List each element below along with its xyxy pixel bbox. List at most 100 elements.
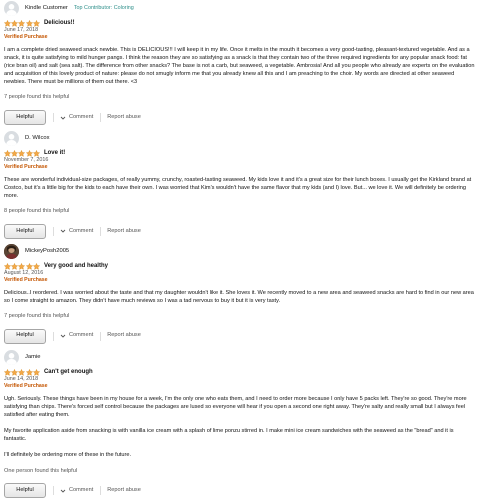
report-abuse-link[interactable]: Report abuse xyxy=(107,228,141,236)
review-title[interactable]: Can't get enough xyxy=(44,368,93,376)
review-header: Kindle Customer Top Contributor: Colorin… xyxy=(4,0,475,17)
review-body: These are wonderful individual-size pack… xyxy=(4,176,475,200)
helpful-count: 8 people found this helpful xyxy=(4,208,70,215)
helpful-count: 7 people found this helpful xyxy=(4,94,70,101)
star-rating[interactable] xyxy=(4,262,40,270)
review-paragraph: I am a complete dried seaweed snack newb… xyxy=(4,47,475,86)
star-icon xyxy=(4,262,11,270)
divider xyxy=(53,226,54,236)
star-icon xyxy=(11,149,19,157)
avatar[interactable] xyxy=(4,131,19,146)
review-date: August 12, 2016 xyxy=(4,270,44,276)
star-icon xyxy=(25,19,33,27)
verified-purchase-badge: Verified Purchase xyxy=(4,277,48,283)
review-title[interactable]: Very good and healthy xyxy=(44,262,108,270)
review-card: D. Wilcox Love it! November 7, 2016 Veri… xyxy=(4,130,475,239)
review-body: I am a complete dried seaweed snack newb… xyxy=(4,46,475,86)
divider xyxy=(53,113,54,123)
review-card: Kindle Customer Top Contributor: Colorin… xyxy=(4,0,475,126)
chevron-down-icon xyxy=(60,334,66,338)
verified-purchase-badge: Verified Purchase xyxy=(4,383,48,389)
helpful-count: 7 people found this helpful xyxy=(4,313,70,320)
review-header: Jamie xyxy=(4,349,475,366)
star-icon xyxy=(18,19,26,27)
review-actions: Helpful Comment Report abuse xyxy=(4,328,475,344)
review-paragraph: These are wonderful individual-size pack… xyxy=(4,177,472,200)
divider xyxy=(100,226,102,236)
star-icon xyxy=(18,262,26,270)
avatar[interactable] xyxy=(4,244,19,259)
star-icon xyxy=(4,368,11,376)
chevron-down-icon xyxy=(60,116,66,120)
divider xyxy=(100,113,102,123)
comment-label: Comment xyxy=(69,486,94,493)
star-rating[interactable] xyxy=(4,149,40,157)
star-icon xyxy=(18,368,26,376)
helpful-button[interactable]: Helpful xyxy=(4,483,46,499)
review-actions: Helpful Comment Report abuse xyxy=(4,483,475,499)
avatar[interactable] xyxy=(4,1,19,16)
star-icon xyxy=(25,368,33,376)
helpful-button[interactable]: Helpful xyxy=(4,223,46,239)
review-actions: Helpful Comment Report abuse xyxy=(4,223,475,239)
divider xyxy=(53,331,54,341)
review-paragraph: Delicious..I reordered. I was worried ab… xyxy=(4,290,474,305)
star-icon xyxy=(32,262,40,270)
report-abuse-link[interactable]: Report abuse xyxy=(107,332,141,340)
helpful-button[interactable]: Helpful xyxy=(4,328,46,344)
star-icon xyxy=(11,368,19,376)
comment-label: Comment xyxy=(69,113,94,120)
divider xyxy=(53,486,54,496)
contributor-badge[interactable]: Top Contributor: Coloring xyxy=(74,5,134,12)
review-title[interactable]: Love it! xyxy=(44,149,65,157)
comment-label: Comment xyxy=(69,332,94,339)
star-icon xyxy=(18,149,26,157)
review-title[interactable]: Delicious!! xyxy=(44,19,75,27)
divider xyxy=(100,331,102,341)
reviewer-name[interactable]: MickeyPosh2005 xyxy=(25,248,69,256)
star-icon xyxy=(25,149,33,157)
review-paragraph: My favorite application aside from snack… xyxy=(4,428,454,443)
star-icon xyxy=(32,19,40,27)
review-date: November 7, 2016 xyxy=(4,157,49,163)
comment-link[interactable]: Comment xyxy=(60,228,93,236)
chevron-down-icon xyxy=(60,229,66,233)
star-icon xyxy=(4,19,11,27)
chevron-down-icon xyxy=(60,489,66,493)
avatar[interactable] xyxy=(4,350,19,365)
star-icon xyxy=(32,368,40,376)
star-rating[interactable] xyxy=(4,19,40,27)
review-date: June 17, 2018 xyxy=(4,27,39,33)
report-abuse-link[interactable]: Report abuse xyxy=(107,114,141,122)
report-abuse-link[interactable]: Report abuse xyxy=(107,487,141,495)
reviewer-name[interactable]: Kindle Customer xyxy=(25,5,68,13)
review-date: June 14, 2018 xyxy=(4,376,39,382)
star-icon xyxy=(32,149,40,157)
review-paragraph: Ugh. Seriously. These things have been i… xyxy=(4,396,467,419)
reviews-list: Kindle Customer Top Contributor: Colorin… xyxy=(0,0,479,500)
review-header: MickeyPosh2005 xyxy=(4,243,475,260)
review-card: MickeyPosh2005 Very good and healthy Aug… xyxy=(4,243,475,344)
star-icon xyxy=(11,19,19,27)
helpful-count: One person found this helpful xyxy=(4,467,78,474)
comment-link[interactable]: Comment xyxy=(60,487,93,495)
comment-label: Comment xyxy=(69,227,94,234)
review-body: Delicious..I reordered. I was worried ab… xyxy=(4,289,475,305)
review-body: Ugh. Seriously. These things have been i… xyxy=(4,395,475,460)
helpful-button[interactable]: Helpful xyxy=(4,110,46,126)
comment-link[interactable]: Comment xyxy=(60,332,93,340)
reviewer-name[interactable]: D. Wilcox xyxy=(25,135,49,143)
divider xyxy=(100,486,102,496)
verified-purchase-badge: Verified Purchase xyxy=(4,34,48,40)
review-actions: Helpful Comment Report abuse xyxy=(4,110,475,126)
verified-purchase-badge: Verified Purchase xyxy=(4,164,48,170)
star-icon xyxy=(25,262,33,270)
star-icon xyxy=(11,262,19,270)
review-paragraph: I'll definitely be ordering more of thes… xyxy=(4,452,131,459)
review-header: D. Wilcox xyxy=(4,130,475,147)
review-card: Jamie Can't get enough June 14, 2018 Ver… xyxy=(4,349,475,499)
star-icon xyxy=(4,149,11,157)
reviewer-name[interactable]: Jamie xyxy=(25,354,40,362)
star-rating[interactable] xyxy=(4,368,40,376)
comment-link[interactable]: Comment xyxy=(60,114,93,122)
